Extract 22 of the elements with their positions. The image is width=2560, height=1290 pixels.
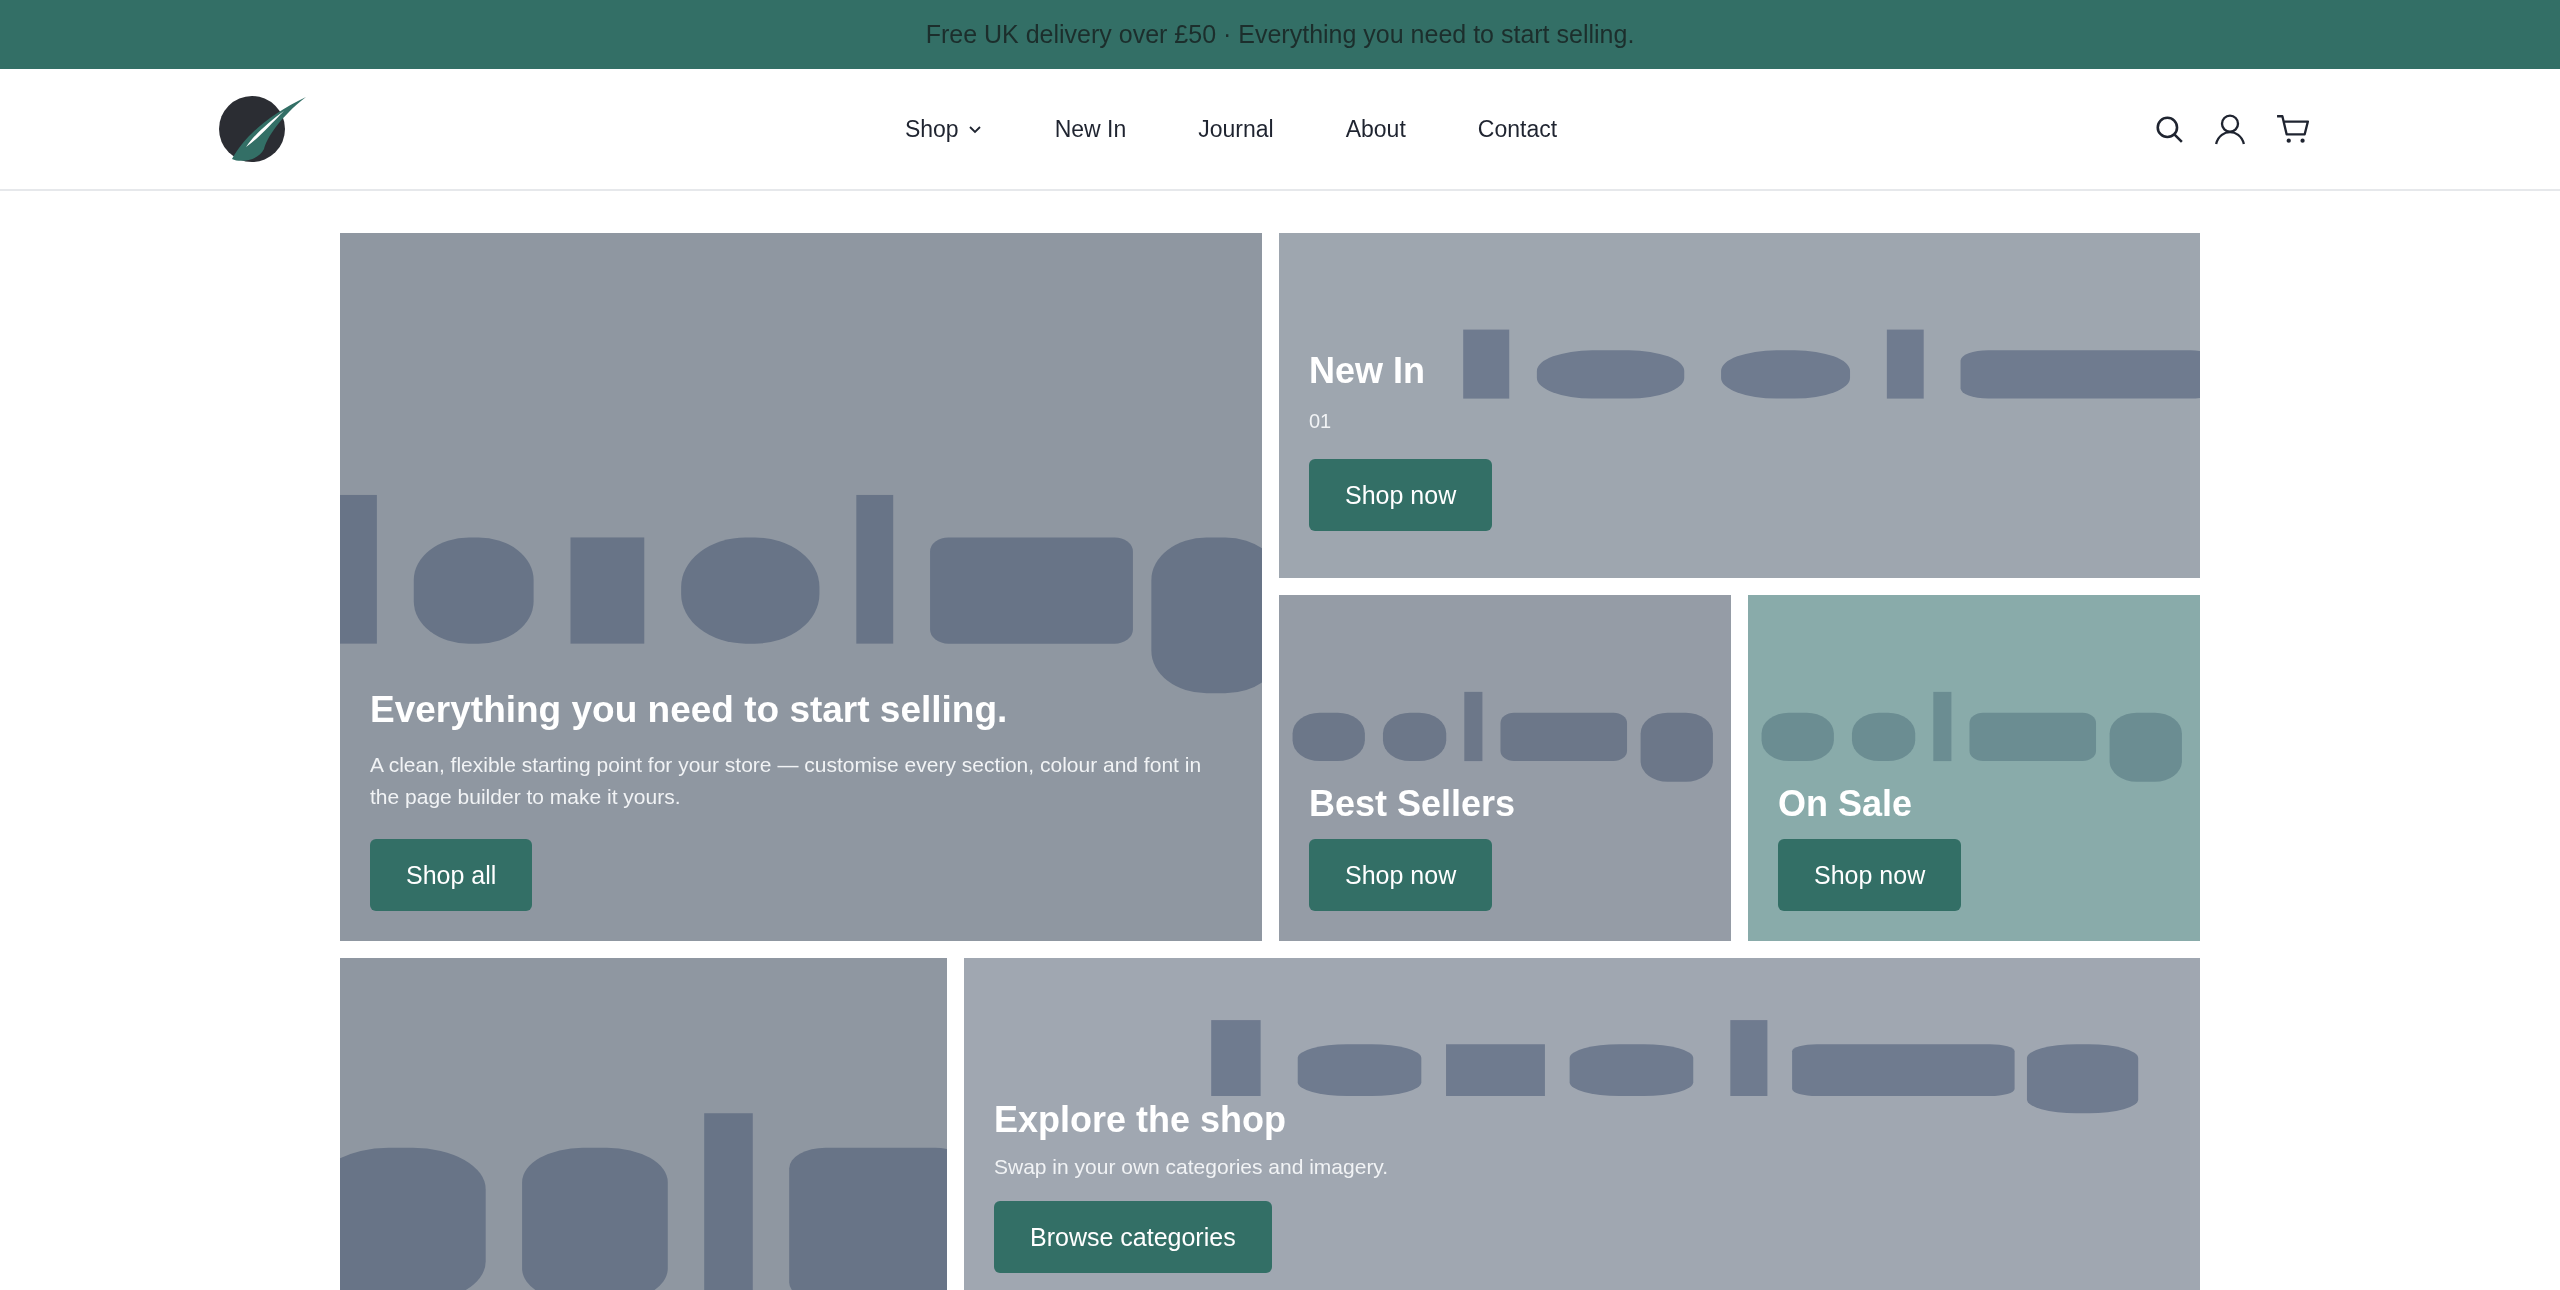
tile-title: On Sale	[1778, 783, 1913, 825]
nav-link[interactable]: Shop	[904, 115, 983, 143]
nav-link[interactable]: Contact	[1477, 115, 1558, 143]
tile-title: Best Sellers	[1309, 783, 1516, 825]
section-description: Swap in your own categories and imagery.	[994, 1155, 1389, 1179]
shop-now-button[interactable]: Shop now	[1778, 839, 1962, 911]
search-icon[interactable]	[2154, 114, 2184, 144]
tile-title: New In	[1309, 350, 1425, 392]
nav-link[interactable]: Journal	[1198, 115, 1274, 143]
hero-description: A clean, flexible starting point for your store — customise every section, colour and font in the page builder to make it yours.	[370, 752, 1203, 810]
browse-categories-button[interactable]: Browse categories	[994, 1201, 1272, 1273]
account-icon[interactable]	[2214, 113, 2246, 145]
section-title: Explore the shop	[994, 1099, 1287, 1141]
cart-icon[interactable]	[2276, 113, 2310, 145]
nav-link[interactable]: New In	[1054, 115, 1127, 143]
hero-title: Everything you need to start selling.	[370, 689, 1008, 731]
nav-link[interactable]: About	[1345, 115, 1406, 143]
shop-now-button[interactable]: Shop now	[1309, 459, 1493, 531]
announcement-text: Free UK delivery over £50 · Everything you need to start selling.	[925, 20, 1635, 49]
shop-all-button[interactable]: Shop all	[370, 839, 533, 911]
shop-now-button[interactable]: Shop now	[1309, 839, 1493, 911]
tile-count: 01	[1309, 410, 1332, 433]
